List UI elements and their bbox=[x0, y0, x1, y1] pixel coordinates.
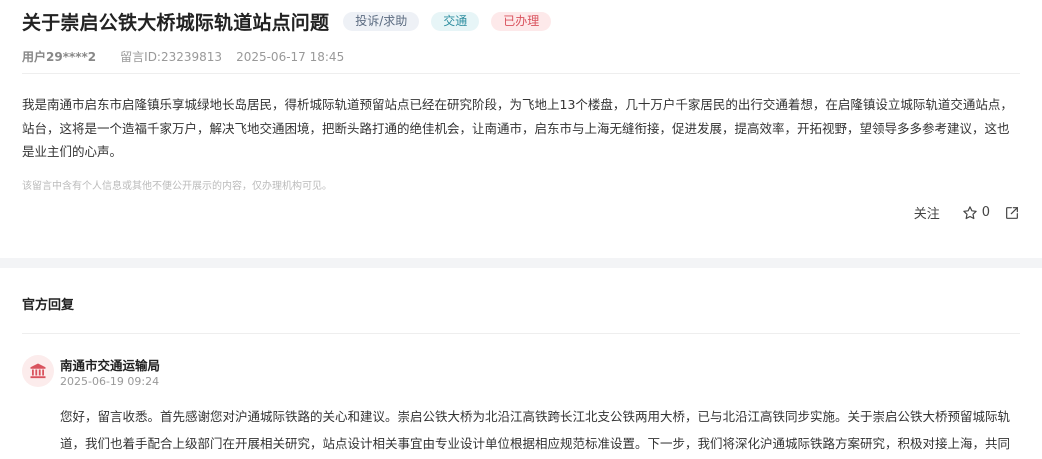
post-datetime: 2025-06-17 18:45 bbox=[236, 49, 345, 64]
share-button[interactable] bbox=[1004, 205, 1020, 221]
title-row: 关于崇启公铁大桥城际轨道站点问题 投诉/求助 交通 已办理 bbox=[22, 6, 552, 36]
post-title: 关于崇启公铁大桥城际轨道站点问题 bbox=[22, 11, 330, 34]
status-badge: 已办理 bbox=[491, 11, 552, 31]
like-button[interactable]: 0 bbox=[962, 205, 990, 221]
follow-button[interactable]: 关注 bbox=[914, 203, 940, 222]
post-meta: 用户29****2 留言ID:23239813 2025-06-17 18:45 bbox=[22, 48, 344, 65]
post-author: 用户29****2 bbox=[22, 50, 97, 64]
like-count: 0 bbox=[981, 205, 990, 220]
divider bbox=[22, 73, 1020, 74]
category-tag: 投诉/求助 bbox=[343, 11, 420, 31]
share-icon bbox=[1006, 206, 1018, 219]
star-icon bbox=[962, 205, 977, 219]
reply-datetime: 2025-06-19 09:24 bbox=[60, 375, 160, 388]
topic-tag: 交通 bbox=[431, 11, 480, 31]
post-actions: 关注 0 bbox=[914, 203, 1020, 222]
privacy-disclaimer: 该留言中含有个人信息或其他不便公开展示的内容，仅办理机构可见。 bbox=[22, 181, 332, 192]
reply-body: 您好，留言收悉。首先感谢您对沪通城际铁路的关心和建议。崇启公铁大桥为北沿江高铁跨… bbox=[60, 409, 1011, 451]
message-id: 留言ID:23239813 bbox=[120, 50, 223, 64]
org-avatar bbox=[22, 355, 54, 387]
government-building-icon bbox=[30, 363, 46, 379]
post-body: 我是南通市启东市启隆镇乐享城绿地长岛居民，得析城际轨道预留站点已经在研究阶段，为… bbox=[22, 97, 1013, 159]
divider bbox=[22, 333, 1020, 334]
section-separator bbox=[0, 258, 1042, 268]
reply-org-name: 南通市交通运输局 bbox=[60, 358, 161, 373]
official-reply-heading: 官方回复 bbox=[22, 298, 75, 313]
